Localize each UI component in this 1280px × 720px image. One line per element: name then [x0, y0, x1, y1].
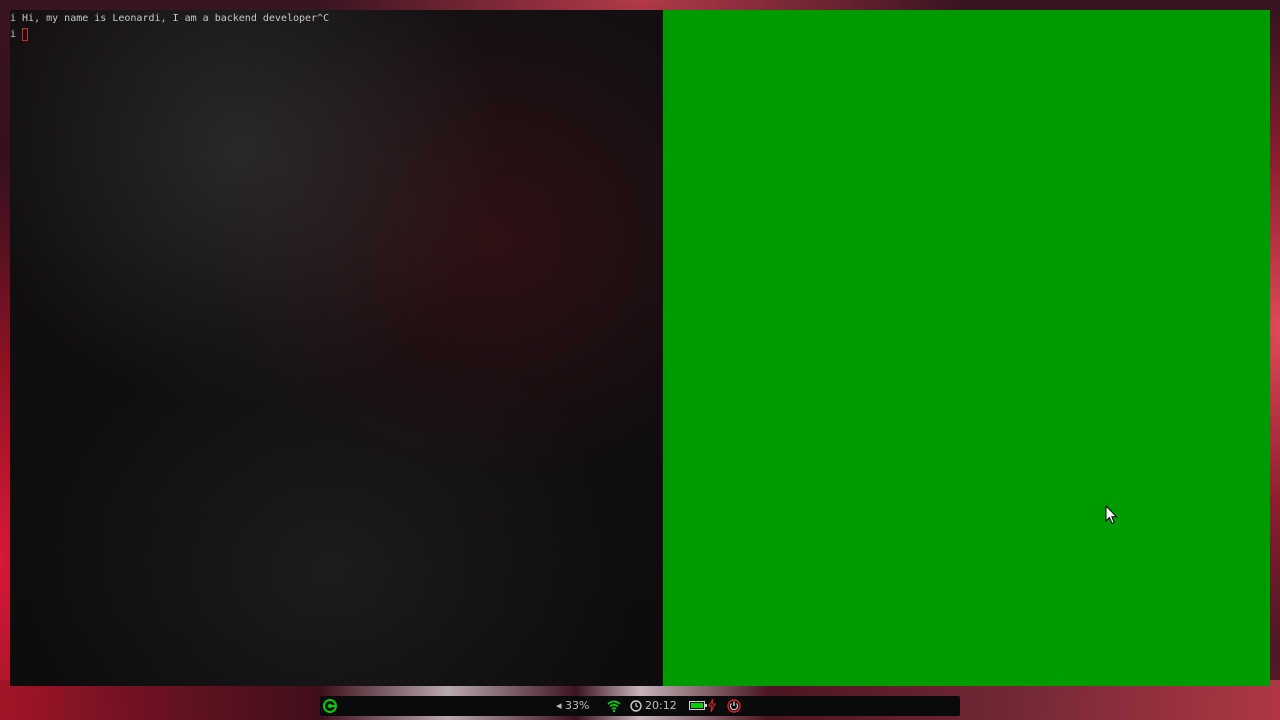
- green-window[interactable]: [663, 10, 1270, 686]
- volume-indicator[interactable]: ◂ 33%: [556, 699, 589, 713]
- charging-icon: [708, 699, 716, 712]
- terminal-output-line: i Hi, my name is Leonardi, I am a backen…: [10, 13, 330, 24]
- terminal-prompt-line[interactable]: i: [10, 28, 29, 41]
- terminal-window[interactable]: i Hi, my name is Leonardi, I am a backen…: [10, 10, 663, 686]
- terminal-prompt: i: [10, 29, 17, 40]
- clock-time[interactable]: 20:12: [645, 699, 677, 713]
- battery-icon[interactable]: [689, 701, 707, 710]
- terminal-cursor: [22, 28, 29, 41]
- power-icon[interactable]: [727, 699, 741, 713]
- distro-logo-icon[interactable]: [323, 699, 337, 713]
- clock-icon: [630, 700, 642, 712]
- status-bar: ◂ 33% 20:12: [320, 696, 960, 716]
- wifi-icon[interactable]: [607, 699, 621, 713]
- mouse-pointer-icon: [1105, 505, 1118, 525]
